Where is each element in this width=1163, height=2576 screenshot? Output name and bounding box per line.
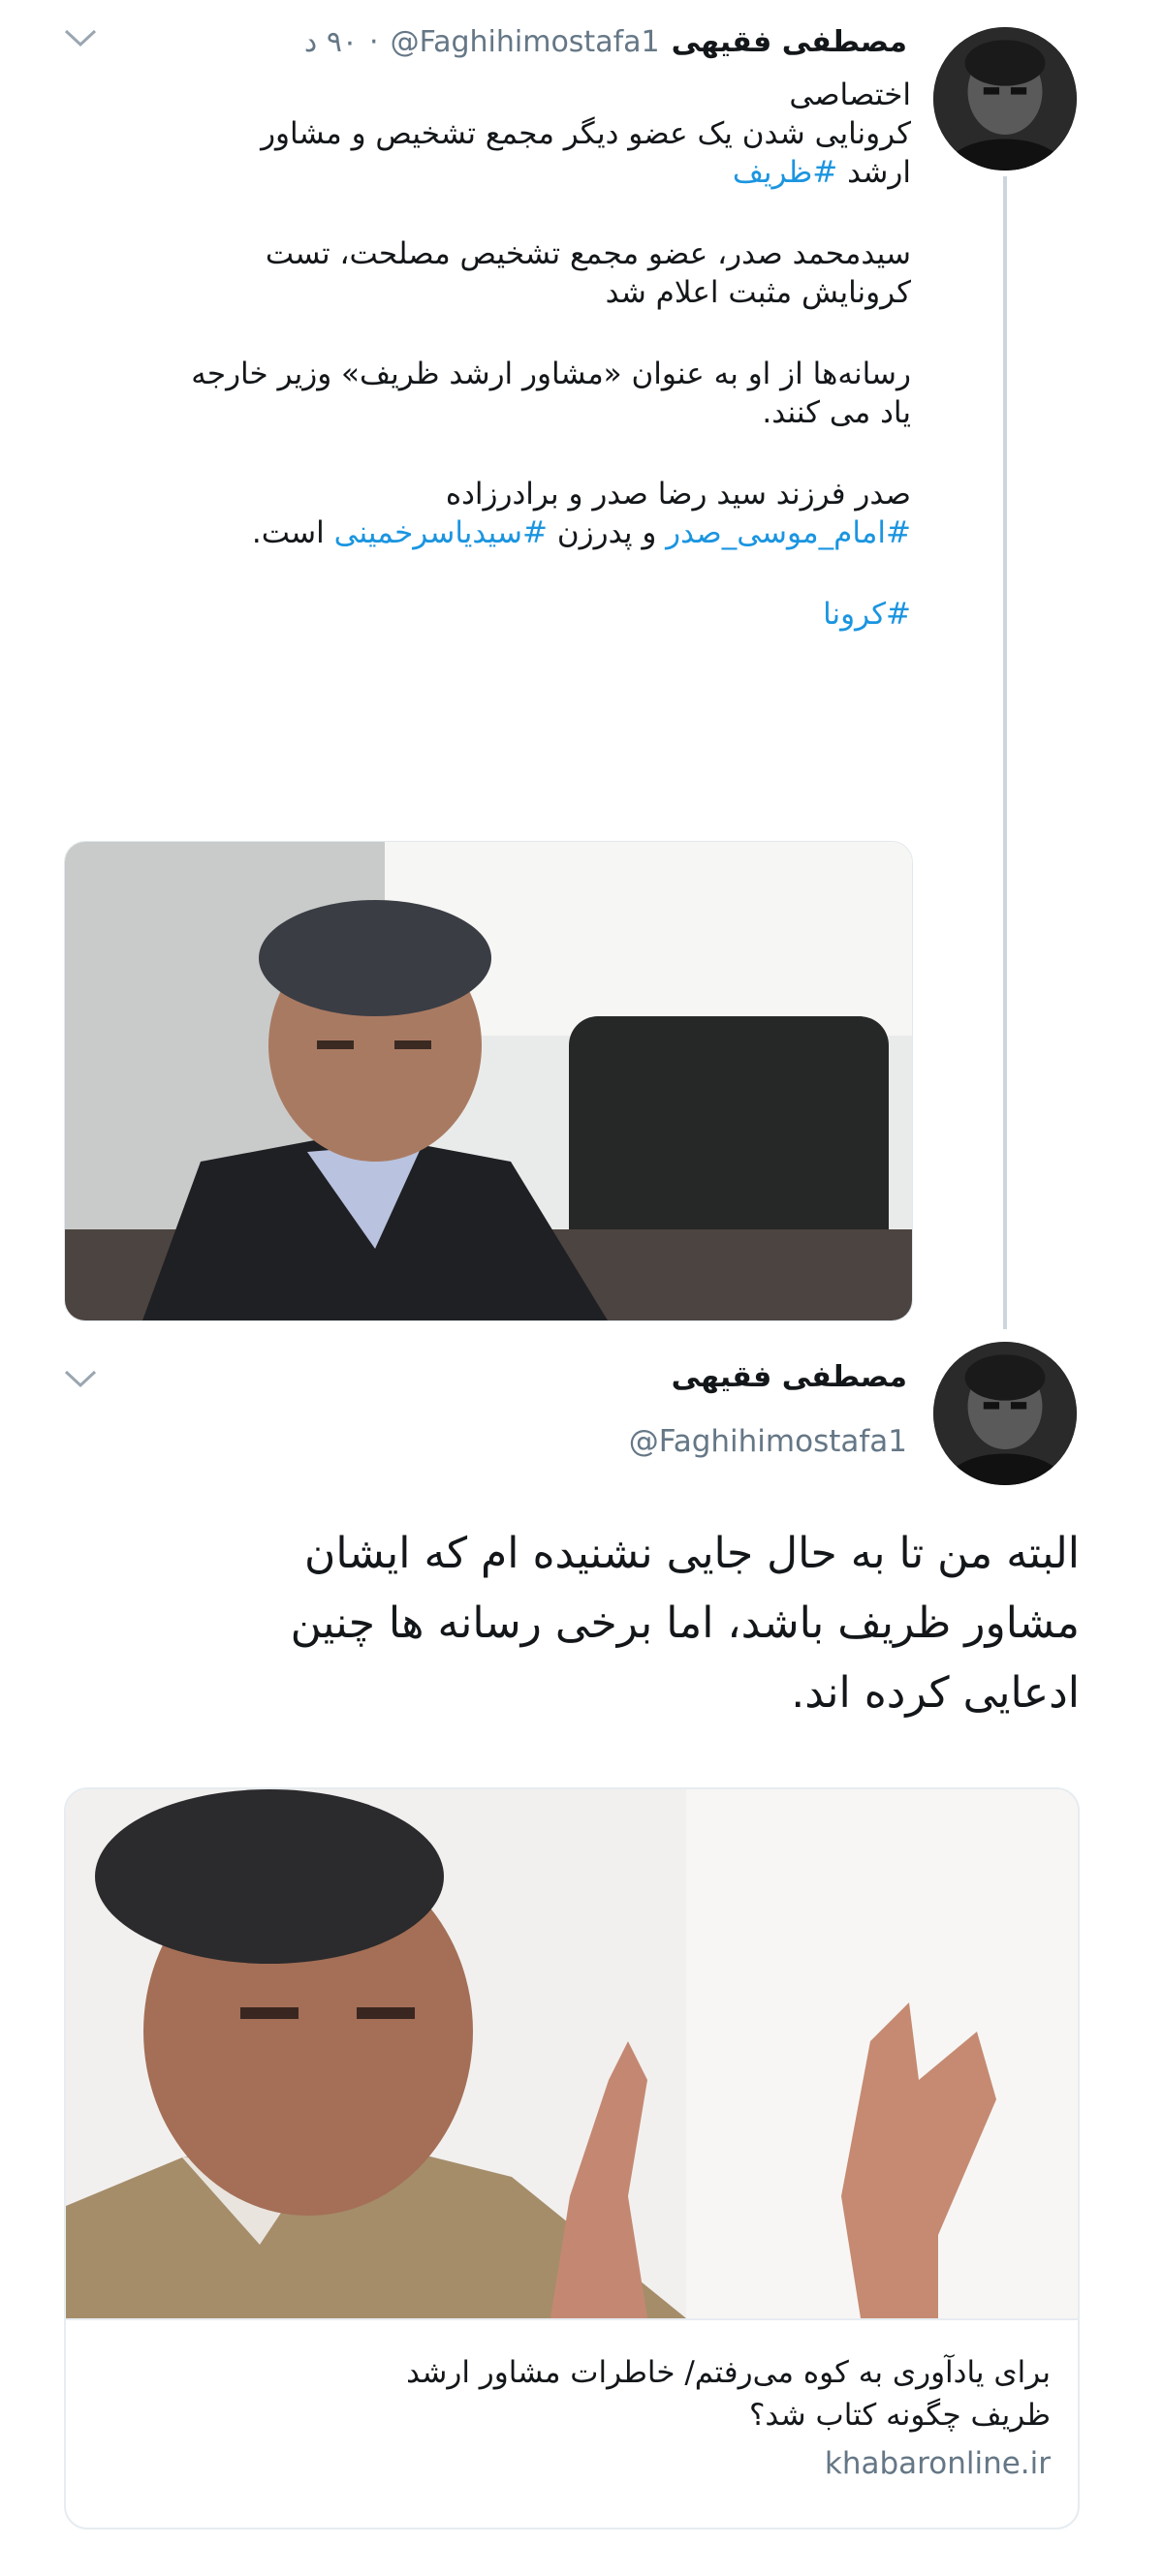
text-fragment: و پدرزن <box>556 515 657 550</box>
hashtag-link[interactable]: #کرونا <box>823 597 911 632</box>
text-line: رسانه‌ها از او به عنوان «مشاور ارشد ظریف… <box>191 357 911 391</box>
tweet-media-photo[interactable] <box>64 841 913 1321</box>
hashtag-link[interactable]: #امام_موسی_صدر <box>666 515 911 550</box>
separator-dot: · <box>369 25 379 59</box>
text-line: یاد می کنند. <box>762 395 911 430</box>
text-line: مشاور ظریف باشد، اما برخی رسانه ها چنین <box>290 1598 1080 1648</box>
tweet-time[interactable]: ۹۰ د <box>304 25 358 59</box>
text-line: ارشد #ظریف <box>58 153 911 192</box>
tweet-body: اختصاصی کرونایی شدن یک عضو دیگر مجمع تشخ… <box>58 76 911 634</box>
text-line: اختصاصی <box>789 78 911 112</box>
card-text: برای یادآوری به کوه می‌رفتم/ خاطرات مشاو… <box>101 2351 1051 2481</box>
avatar[interactable] <box>933 27 1077 171</box>
text-line: سیدمحمد صدر، عضو مجمع تشخیص مصلحت، تست <box>265 236 911 271</box>
text-line: #کرونا <box>58 595 911 634</box>
chevron-down-icon[interactable] <box>62 1364 99 1398</box>
text-line: ادعایی کرده اند. <box>791 1668 1080 1718</box>
text-fragment: است. <box>251 515 325 550</box>
display-name[interactable]: مصطفی فقیهی <box>672 25 907 59</box>
card-title-line: ظریف چگونه کتاب شد؟ <box>748 2398 1051 2433</box>
card-domain[interactable]: khabaronline.ir <box>101 2446 1051 2481</box>
thread-line <box>1003 176 1007 1329</box>
card-divider <box>66 2318 1078 2320</box>
tweet-body: البته من تا به حال جایی نشنیده ام که ایش… <box>72 1519 1080 1728</box>
text-line: البته من تا به حال جایی نشنیده ام که ایش… <box>304 1529 1080 1578</box>
text-fragment: ارشد <box>847 155 911 190</box>
text-line: #امام_موسی_صدر و پدرزن #سیدیاسرخمینی است… <box>58 513 911 552</box>
card-title-line: برای یادآوری به کوه می‌رفتم/ خاطرات مشاو… <box>406 2355 1051 2390</box>
text-line: کرونایی شدن یک عضو دیگر مجمع تشخیص و مشا… <box>261 116 911 151</box>
handle[interactable]: @Faghihimostafa1 <box>391 25 660 59</box>
avatar[interactable] <box>933 1342 1077 1485</box>
text-line: کرونایش مثبت اعلام شد <box>605 275 911 310</box>
hashtag-link[interactable]: #ظریف <box>733 155 837 190</box>
photo-image <box>65 842 912 1320</box>
display-name[interactable]: مصطفی فقیهی <box>672 1360 907 1394</box>
link-preview-card[interactable]: برای یادآوری به کوه می‌رفتم/ خاطرات مشاو… <box>64 1787 1080 2529</box>
avatar-photo <box>933 27 1077 171</box>
tweet-header: مصطفی فقیهی @Faghihimostafa1 · ۹۰ د <box>304 25 907 59</box>
handle[interactable]: @Faghihimostafa1 <box>629 1424 907 1459</box>
link-preview-image <box>66 1789 1078 2318</box>
hashtag-link[interactable]: #سیدیاسرخمینی <box>334 515 548 550</box>
chevron-down-icon[interactable] <box>62 23 99 57</box>
text-line: صدر فرزند سید رضا صدر و برادرزاده <box>445 477 911 512</box>
avatar-photo <box>933 1342 1077 1485</box>
